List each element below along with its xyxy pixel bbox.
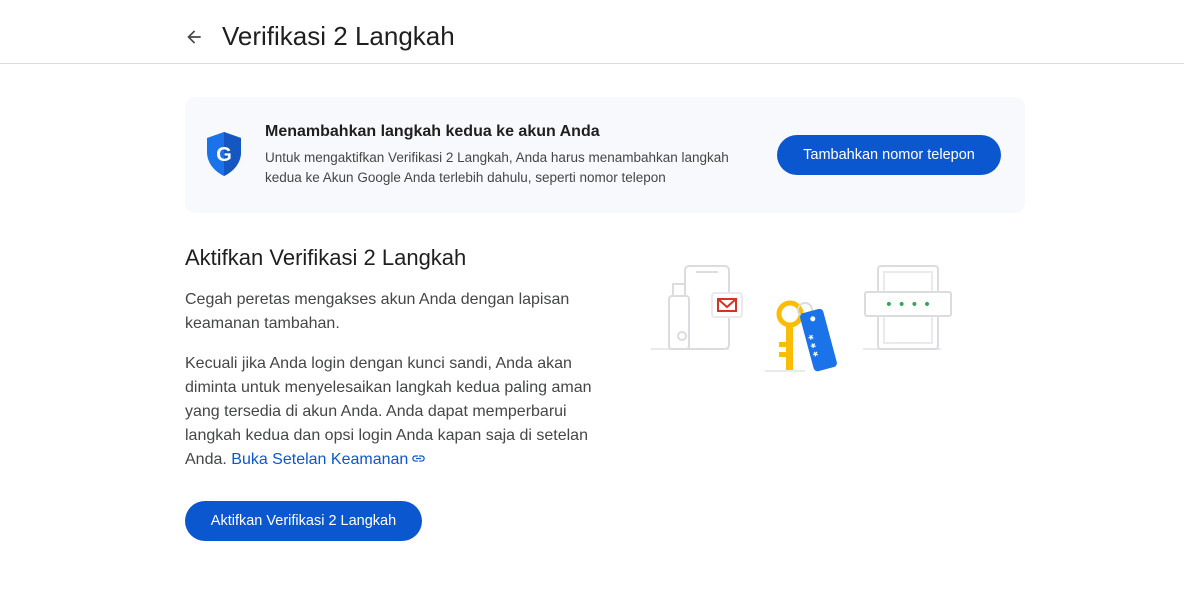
intro-paragraph: Cegah peretas mengakses akun Anda dengan…	[185, 291, 570, 332]
arrow-back-icon	[187, 30, 201, 44]
add-phone-number-button[interactable]: Tambahkan nomor telepon	[777, 135, 1001, 175]
top-app-bar: Verifikasi 2 Langkah	[0, 0, 1184, 64]
google-shield-icon: G	[207, 132, 241, 176]
section-title: Aktifkan Verifikasi 2 Langkah	[185, 245, 467, 270]
enable-2sv-button[interactable]: Aktifkan Verifikasi 2 Langkah	[185, 501, 422, 541]
details-paragraph: Kecuali jika Anda login dengan kunci san…	[185, 352, 595, 472]
back-button[interactable]	[178, 21, 210, 53]
banner-description: Untuk mengaktifkan Verifikasi 2 Langkah,…	[265, 150, 729, 185]
link-icon	[412, 455, 426, 462]
password-dots: • • • •	[885, 297, 931, 313]
banner-title: Menambahkan langkah kedua ke akun Anda	[265, 123, 600, 140]
shield-letter: G	[216, 144, 232, 166]
password-screen-icon: • • • •	[863, 265, 952, 350]
security-settings-link[interactable]: Buka Setelan Keamanan	[231, 451, 426, 468]
two-step-illustration: * * * • • • •	[651, 265, 952, 372]
add-second-step-banner: G Menambahkan langkah kedua ke akun Anda…	[185, 97, 1025, 213]
password-tag-icon: * * *	[800, 308, 837, 372]
mail-icon	[711, 292, 743, 318]
security-settings-link-label: Buka Setelan Keamanan	[231, 451, 409, 468]
page-title: Verifikasi 2 Langkah	[222, 21, 455, 51]
